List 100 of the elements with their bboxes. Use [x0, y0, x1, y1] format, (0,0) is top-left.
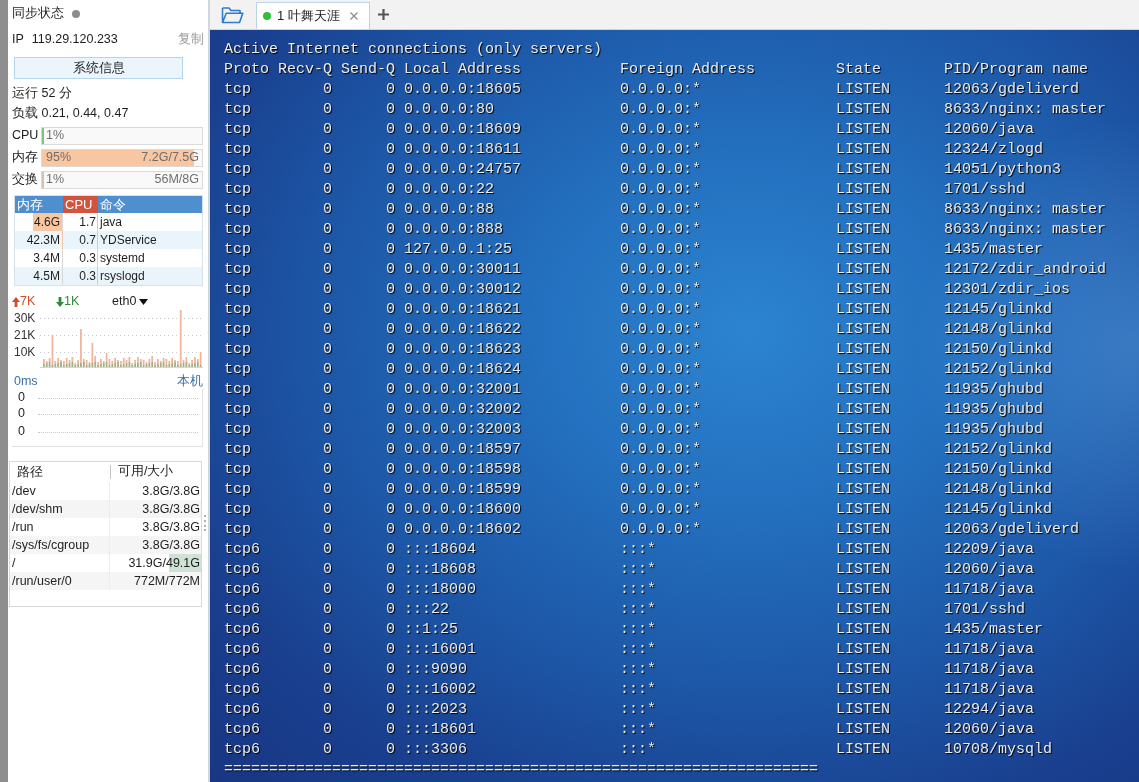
protocol-text: tcp: [224, 300, 251, 320]
protocol-text: tcp6: [224, 600, 260, 620]
disk-row[interactable]: /sys/fs/cgroup 3.8G/3.8G: [10, 536, 201, 554]
local-address-text: 0.0.0.0:18611: [404, 140, 522, 160]
send-queue-text: 0: [386, 180, 395, 200]
send-queue-text: 0: [386, 240, 395, 260]
local-address-text: :::18608: [404, 560, 476, 580]
send-queue-text: 0: [386, 540, 395, 560]
disk-usage: 3.8G/3.8G: [142, 484, 200, 498]
close-icon[interactable]: [350, 12, 358, 20]
state-text: LISTEN: [836, 440, 891, 460]
local-address-text: 0.0.0.0:18624: [404, 360, 522, 380]
disk-row[interactable]: /dev/shm 3.8G/3.8G: [10, 500, 201, 518]
send-queue-text: 0: [386, 660, 395, 680]
column-header[interactable]: 可用/大小: [118, 464, 174, 479]
folder-icon[interactable]: [221, 5, 244, 24]
protocol-text: tcp6: [224, 540, 260, 560]
state-text: LISTEN: [836, 620, 891, 640]
process-command: java: [100, 215, 122, 229]
column-header[interactable]: 路径: [17, 465, 43, 479]
terminal-heading: Active Internet connections (only servers): [224, 41, 603, 58]
state-text: LISTEN: [836, 240, 891, 260]
send-queue-text: 0: [386, 120, 395, 140]
process-memory: 4.6G: [34, 215, 60, 229]
local-address-text: :::2023: [404, 700, 467, 720]
state-text: LISTEN: [836, 80, 891, 100]
meter-label: 交换: [12, 172, 39, 188]
state-text: LISTEN: [836, 460, 891, 480]
column-header[interactable]: CPU: [63, 196, 98, 213]
send-queue-text: 0: [386, 420, 395, 440]
host-link[interactable]: 本机: [177, 373, 203, 389]
receive-queue-text: 0: [323, 660, 332, 680]
receive-queue-text: 0: [323, 740, 332, 760]
local-address-text: 0.0.0.0:80: [404, 100, 494, 120]
foreign-address-text: :::*: [620, 600, 657, 620]
program-text: 12145/glinkd: [944, 500, 1053, 520]
local-address-text: 0.0.0.0:18598: [404, 460, 522, 480]
state-text: LISTEN: [836, 100, 891, 120]
state-text: LISTEN: [836, 420, 891, 440]
state-text: LISTEN: [836, 400, 891, 420]
disk-row[interactable]: /dev 3.8G/3.8G: [10, 482, 201, 500]
state-text: LISTEN: [836, 360, 891, 380]
disk-row[interactable]: / 31.9G/49.1G: [10, 554, 201, 572]
disk-usage: 31.9G/49.1G: [128, 556, 200, 570]
program-text: 12209/java: [944, 540, 1035, 560]
receive-queue-text: 0: [323, 180, 332, 200]
program-text: 8633/nginx: master: [944, 100, 1107, 120]
program-text: 11718/java: [944, 660, 1035, 680]
receive-queue-text: 0: [323, 240, 332, 260]
program-text: 11718/java: [944, 580, 1035, 600]
plus-icon[interactable]: [378, 9, 389, 20]
send-queue-text: 0: [386, 700, 395, 720]
process-cpu: 1.7: [79, 215, 96, 229]
foreign-address-text: 0.0.0.0:*: [620, 480, 702, 500]
send-queue-text: 0: [386, 520, 395, 540]
local-address-text: 0.0.0.0:888: [404, 220, 504, 240]
protocol-text: tcp: [224, 340, 251, 360]
session-tab[interactable]: 1 叶舞天涯: [256, 2, 370, 29]
protocol-text: tcp6: [224, 720, 260, 740]
process-row[interactable]: 4.5M 0.3 rsyslogd: [15, 267, 202, 285]
state-text: LISTEN: [836, 540, 891, 560]
program-text: 1435/master: [944, 240, 1044, 260]
axis-label: 21K: [14, 327, 36, 344]
protocol-text: tcp: [224, 360, 251, 380]
disk-usage: 3.8G/3.8G: [142, 538, 200, 552]
foreign-address-text: 0.0.0.0:*: [620, 360, 702, 380]
local-address-text: 0.0.0.0:18602: [404, 520, 522, 540]
foreign-address-text: 0.0.0.0:*: [620, 300, 702, 320]
protocol-text: tcp: [224, 420, 251, 440]
sync-status-label: 同步状态: [12, 6, 64, 22]
send-queue-text: 0: [386, 380, 395, 400]
foreign-address-text: 0.0.0.0:*: [620, 440, 702, 460]
meter-label: 内存: [12, 150, 39, 166]
local-address-text: 0.0.0.0:18623: [404, 340, 522, 360]
local-address-text: 0.0.0.0:32003: [404, 420, 522, 440]
receive-queue-text: 0: [323, 160, 332, 180]
program-text: 14051/python3: [944, 160, 1062, 180]
local-address-text: 0.0.0.0:22: [404, 180, 494, 200]
interface-dropdown[interactable]: eth0: [112, 294, 149, 310]
system-info-button[interactable]: 系统信息: [14, 57, 183, 79]
program-text: 12063/gdeliverd: [944, 80, 1080, 100]
protocol-text: tcp: [224, 260, 251, 280]
local-address-text: 0.0.0.0:30012: [404, 280, 522, 300]
protocol-text: tcp: [224, 460, 251, 480]
axis-label: 0: [18, 424, 25, 439]
protocol-text: tcp: [224, 280, 251, 300]
disk-row[interactable]: /run 3.8G/3.8G: [10, 518, 201, 536]
separator-text: ==================================================================: [224, 761, 819, 778]
process-row[interactable]: 42.3M 0.7 YDService: [15, 231, 202, 249]
protocol-text: tcp: [224, 100, 251, 120]
up-arrow-icon: [12, 297, 20, 307]
receive-queue-text: 0: [323, 440, 332, 460]
program-text: 12145/glinkd: [944, 300, 1053, 320]
send-queue-text: 0: [386, 580, 395, 600]
receive-queue-text: 0: [323, 680, 332, 700]
disk-row[interactable]: /run/user/0 772M/772M: [10, 572, 201, 590]
program-text: 1701/sshd: [944, 180, 1026, 200]
foreign-address-text: 0.0.0.0:*: [620, 140, 702, 160]
local-address-text: ::1:25: [404, 620, 458, 640]
meter-label: CPU: [12, 128, 40, 144]
